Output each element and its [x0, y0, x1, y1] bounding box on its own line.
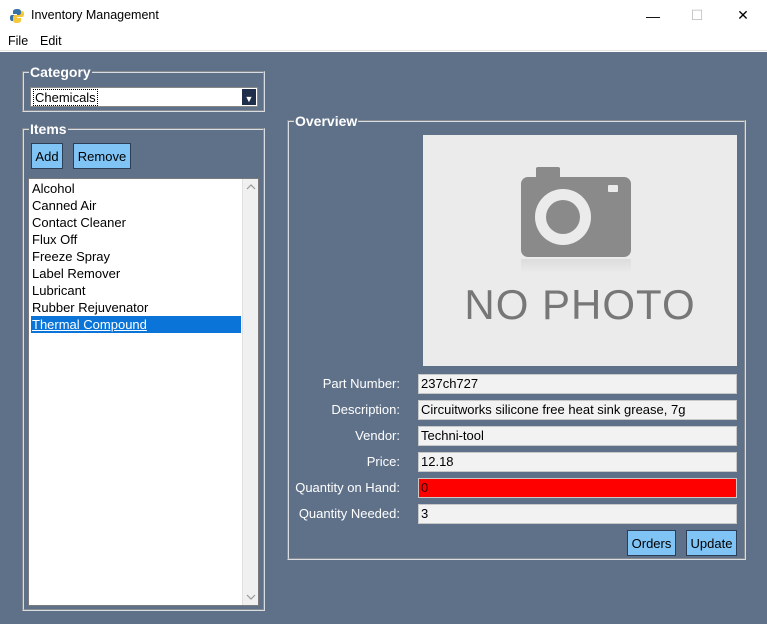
overview-frame: Overview NO PHOTO Part Number: 237ch727: [287, 113, 746, 560]
items-frame: Items Add Remove Alcohol Canned Air Cont…: [22, 121, 265, 611]
list-item[interactable]: Alcohol: [31, 180, 241, 197]
menu-file[interactable]: File: [8, 34, 28, 48]
scroll-up-icon[interactable]: [246, 182, 256, 192]
list-item[interactable]: Thermal Compound: [31, 316, 241, 333]
add-button[interactable]: Add: [31, 143, 63, 169]
list-item[interactable]: Canned Air: [31, 197, 241, 214]
part-number-field[interactable]: 237ch727: [418, 374, 737, 394]
chevron-down-icon[interactable]: ▼: [242, 89, 256, 105]
vendor-field[interactable]: Techni-tool: [418, 426, 737, 446]
product-photo: NO PHOTO: [423, 135, 737, 366]
orders-button[interactable]: Orders: [627, 530, 676, 556]
description-label: Description:: [331, 402, 400, 417]
quantity-on-hand-field[interactable]: 0: [418, 478, 737, 498]
scroll-down-icon[interactable]: [246, 592, 256, 602]
menu-bar: File Edit: [0, 31, 767, 51]
part-number-label: Part Number:: [322, 376, 400, 391]
category-frame: Category Chemicals ▼: [22, 64, 265, 112]
python-icon: [10, 9, 24, 23]
remove-button[interactable]: Remove: [73, 143, 131, 169]
list-scrollbar[interactable]: [242, 179, 258, 605]
quantity-needed-field[interactable]: 3: [418, 504, 737, 524]
list-item[interactable]: Label Remover: [31, 265, 241, 282]
category-select[interactable]: Chemicals ▼: [30, 87, 258, 107]
vendor-label: Vendor:: [355, 428, 400, 443]
update-button[interactable]: Update: [686, 530, 737, 556]
description-field[interactable]: Circuitworks silicone free heat sink gre…: [418, 400, 737, 420]
overview-label: Overview: [294, 113, 359, 129]
window-title: Inventory Management: [31, 8, 159, 22]
no-photo-text: NO PHOTO: [464, 281, 696, 328]
list-item[interactable]: Rubber Rejuvenator: [31, 299, 241, 316]
list-item[interactable]: Flux Off: [31, 231, 241, 248]
maximize-button[interactable]: ☐: [674, 0, 720, 31]
title-bar: Inventory Management — ☐ ✕: [0, 0, 767, 31]
close-button[interactable]: ✕: [720, 0, 766, 31]
items-label: Items: [29, 121, 68, 137]
price-field[interactable]: 12.18: [418, 452, 737, 472]
list-item[interactable]: Lubricant: [31, 282, 241, 299]
category-label: Category: [29, 64, 92, 80]
items-listbox[interactable]: Alcohol Canned Air Contact Cleaner Flux …: [28, 178, 259, 606]
category-value: Chemicals: [33, 89, 98, 106]
quantity-on-hand-label: Quantity on Hand:: [295, 480, 400, 495]
quantity-needed-label: Quantity Needed:: [298, 506, 400, 521]
minimize-button[interactable]: —: [630, 0, 676, 31]
menu-edit[interactable]: Edit: [40, 34, 62, 48]
list-item[interactable]: Freeze Spray: [31, 248, 241, 265]
client-area: Category Chemicals ▼ Items Add Remove Al…: [0, 52, 767, 624]
price-label: Price:: [366, 454, 400, 469]
camera-icon: [521, 167, 631, 273]
list-item[interactable]: Contact Cleaner: [31, 214, 241, 231]
